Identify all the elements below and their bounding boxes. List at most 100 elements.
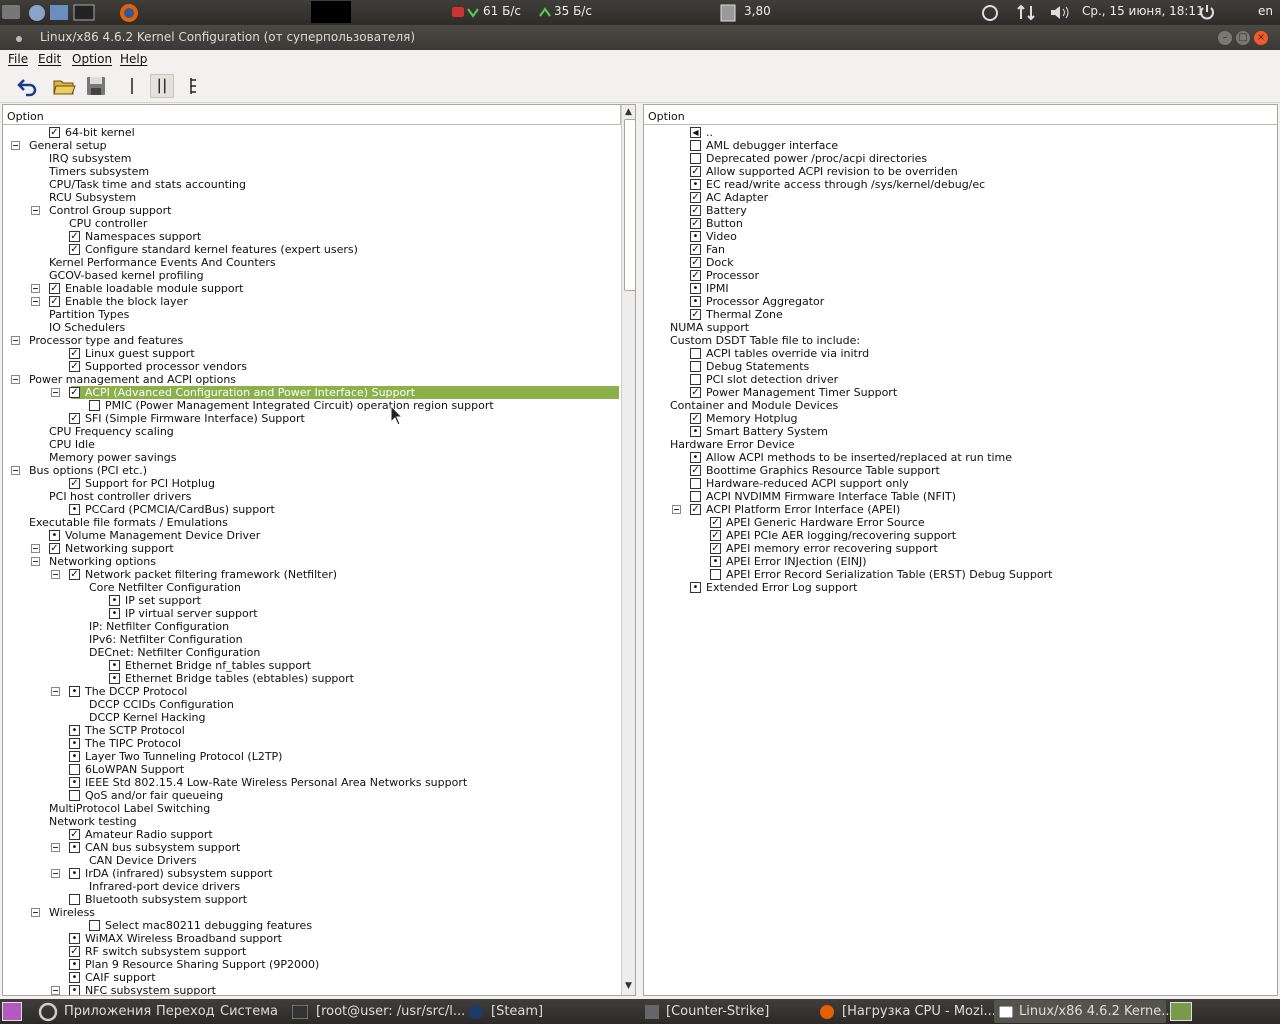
save-icon[interactable] — [84, 74, 108, 98]
left-tree-row[interactable]: • IP virtual server support — [3, 607, 635, 620]
right-list-row[interactable]: ✓ APEI memory error recovering support — [644, 542, 1277, 555]
left-tree-row[interactable]: • The SCTP Protocol — [3, 724, 635, 737]
workspace-switcher[interactable] — [1170, 1002, 1192, 1021]
right-list-row[interactable]: ✓ APEI Generic Hardware Error Source — [644, 516, 1277, 529]
left-tree-row[interactable]: Partition Types — [3, 308, 635, 321]
right-list-row[interactable]: Debug Statements — [644, 360, 1277, 373]
left-tree-row[interactable]: Processor type and features — [3, 334, 635, 347]
left-tree-row[interactable]: Kernel Performance Events And Counters — [3, 256, 635, 269]
scroll-up-arrow-icon[interactable]: ▲ — [625, 107, 632, 117]
left-tree-row[interactable]: ✓ Enable loadable module support — [3, 282, 635, 295]
left-tree-row[interactable]: DECnet: Netfilter Configuration — [3, 646, 635, 659]
right-list-row[interactable]: APEI Error Record Serialization Table (E… — [644, 568, 1277, 581]
right-list-row[interactable]: Custom DSDT Table file to include: — [644, 334, 1277, 347]
checkbox-checked-icon[interactable]: ✓ — [690, 205, 701, 216]
collapse-toggle-icon[interactable] — [51, 570, 60, 579]
left-tree-row[interactable]: IPv6: Netfilter Configuration — [3, 633, 635, 646]
minimize-button[interactable]: – — [1218, 31, 1232, 45]
left-tree-row[interactable]: ✓ Network packet filtering framework (Net… — [3, 568, 635, 581]
right-list-row[interactable]: ✓ Processor — [644, 269, 1277, 282]
collapse-toggle-icon[interactable] — [31, 908, 40, 917]
checkbox-module-icon[interactable]: • — [69, 751, 80, 762]
collapse-toggle-icon[interactable] — [11, 336, 20, 345]
checkbox-checked-icon[interactable]: ✓ — [690, 465, 701, 476]
collapse-toggle-icon[interactable] — [51, 869, 60, 878]
right-list-row[interactable]: • Allow ACPI methods to be inserted/repla… — [644, 451, 1277, 464]
checkbox-module-icon[interactable]: • — [69, 686, 80, 697]
checkbox-unchecked-icon[interactable] — [69, 764, 80, 775]
left-tree-row[interactable]: Executable file formats / Emulations — [3, 516, 635, 529]
checkbox-checked-icon[interactable]: ✓ — [49, 283, 60, 294]
checkbox-module-icon[interactable]: • — [69, 504, 80, 515]
checkbox-checked-icon[interactable]: ✓ — [69, 478, 80, 489]
open-folder-icon[interactable] — [52, 74, 76, 98]
split-view-icon[interactable] — [150, 74, 174, 98]
menu-help[interactable]: Help — [120, 52, 147, 66]
checkbox-checked-icon[interactable]: ✓ — [690, 270, 701, 281]
checkbox-module-icon[interactable]: • — [109, 608, 120, 619]
left-tree-row[interactable]: Bus options (PCI etc.) — [3, 464, 635, 477]
right-list-row[interactable]: ✓ Dock — [644, 256, 1277, 269]
keyboard-layout[interactable]: en — [1258, 4, 1273, 18]
checkbox-module-icon[interactable]: • — [69, 933, 80, 944]
right-list-row[interactable]: ✓ Memory Hotplug — [644, 412, 1277, 425]
launcher-icons[interactable] — [0, 2, 100, 23]
task-kernel-config[interactable]: Linux/x86 4.6.2 Kerne... — [994, 1000, 1174, 1023]
firefox-icon[interactable] — [117, 2, 141, 23]
left-tree-row[interactable]: • The TIPC Protocol — [3, 737, 635, 750]
power-icon[interactable] — [1197, 2, 1217, 23]
checkbox-module-icon[interactable]: • — [69, 777, 80, 788]
collapse-toggle-icon[interactable] — [51, 687, 60, 696]
collapse-toggle-icon[interactable] — [31, 284, 40, 293]
left-tree-row[interactable]: IO Schedulers — [3, 321, 635, 334]
full-view-icon[interactable] — [182, 74, 206, 98]
left-tree-row[interactable]: • CAIF support — [3, 971, 635, 984]
checkbox-module-icon[interactable]: • — [690, 426, 701, 437]
back-icon[interactable] — [16, 74, 40, 98]
checkbox-module-icon[interactable]: • — [109, 673, 120, 684]
scroll-thumb[interactable] — [624, 119, 635, 291]
left-tree-row[interactable]: Network testing — [3, 815, 635, 828]
checkbox-unchecked-icon[interactable] — [690, 153, 701, 164]
black-window-preview[interactable] — [311, 1, 351, 23]
checkbox-module-icon[interactable]: • — [69, 725, 80, 736]
checkbox-checked-icon[interactable]: ✓ — [69, 569, 80, 580]
checkbox-checked-icon[interactable]: ✓ — [69, 829, 80, 840]
left-tree-row[interactable]: • PCCard (PCMCIA/CardBus) support — [3, 503, 635, 516]
steam-icon[interactable] — [978, 2, 1002, 23]
left-tree-row[interactable]: ✓ Enable the block layer — [3, 295, 635, 308]
right-list-row[interactable]: ◀.. — [644, 126, 1277, 139]
checkbox-checked-icon[interactable]: ✓ — [69, 387, 80, 398]
checkbox-unchecked-icon[interactable] — [690, 361, 701, 372]
collapse-toggle-icon[interactable] — [51, 388, 60, 397]
right-list-row[interactable]: ✓ Power Management Timer Support — [644, 386, 1277, 399]
right-list-row[interactable]: • Video — [644, 230, 1277, 243]
left-tree-row[interactable]: PCI host controller drivers — [3, 490, 635, 503]
collapse-toggle-icon[interactable] — [31, 544, 40, 553]
window-menu-icon[interactable] — [16, 36, 22, 42]
checkbox-checked-icon[interactable]: ✓ — [69, 231, 80, 242]
right-list-row[interactable]: • Processor Aggregator — [644, 295, 1277, 308]
left-scrollbar[interactable]: ▲ ▼ — [621, 105, 635, 995]
checkbox-checked-icon[interactable]: ✓ — [69, 413, 80, 424]
right-list-row[interactable]: Container and Module Devices — [644, 399, 1277, 412]
left-tree-row[interactable]: MultiProtocol Label Switching — [3, 802, 635, 815]
maximize-button[interactable]: □ — [1236, 31, 1250, 45]
left-tree-row[interactable]: Select mac80211 debugging features — [3, 919, 635, 932]
collapse-toggle-icon[interactable] — [51, 986, 60, 995]
checkbox-checked-icon[interactable]: ✓ — [710, 543, 721, 554]
left-tree-row[interactable]: CPU controller — [3, 217, 635, 230]
right-list-row[interactable]: Hardware-reduced ACPI support only — [644, 477, 1277, 490]
show-desktop-icon[interactable] — [2, 1002, 22, 1021]
collapse-toggle-icon[interactable] — [51, 843, 60, 852]
left-option-tree[interactable]: Option ✓ 64-bit kernel General setup IRQ su… — [2, 104, 636, 996]
right-list-row[interactable]: ✓ Button — [644, 217, 1277, 230]
checkbox-module-icon[interactable]: • — [69, 738, 80, 749]
left-tree-row[interactable]: • IP set support — [3, 594, 635, 607]
checkbox-module-icon[interactable]: • — [109, 660, 120, 671]
left-tree-row[interactable]: DCCP Kernel Hacking — [3, 711, 635, 724]
left-tree-row[interactable]: Wireless — [3, 906, 635, 919]
right-list-row[interactable]: • APEI Error INJection (EINJ) — [644, 555, 1277, 568]
left-tree-row[interactable]: IP: Netfilter Configuration — [3, 620, 635, 633]
left-tree-row[interactable]: ✓ Support for PCI Hotplug — [3, 477, 635, 490]
